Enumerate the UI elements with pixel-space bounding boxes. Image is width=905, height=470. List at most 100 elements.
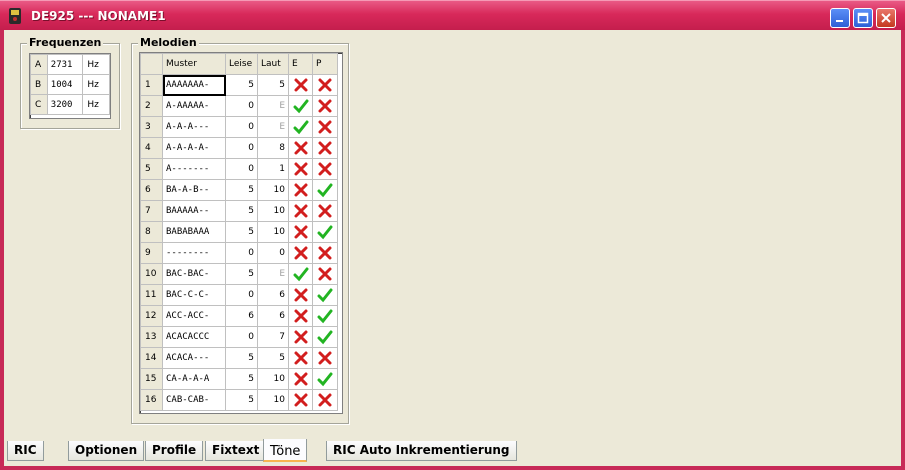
leise-cell[interactable]: 5 [225, 263, 258, 285]
laut-cell[interactable]: 1 [257, 158, 289, 180]
muster-cell[interactable]: BAC-BAC- [162, 263, 226, 285]
frequenzen-grid[interactable]: A 2731 Hz B 1004 Hz C 3200 Hz [29, 53, 111, 119]
cross-icon [294, 309, 307, 323]
frequenz-value[interactable]: 3200 [46, 94, 84, 115]
p-toggle-cell[interactable] [312, 137, 338, 159]
leise-cell[interactable]: 5 [225, 347, 258, 369]
p-toggle-cell[interactable] [312, 326, 338, 348]
muster-cell[interactable]: CA-A-A-A [162, 368, 226, 390]
laut-cell[interactable]: 10 [257, 200, 289, 222]
e-toggle-cell[interactable] [288, 221, 313, 243]
laut-cell[interactable]: E [257, 263, 289, 285]
muster-cell[interactable]: ACACA--- [162, 347, 226, 369]
leise-cell[interactable]: 5 [225, 200, 258, 222]
tab-3[interactable]: Profile [145, 441, 204, 461]
p-toggle-cell[interactable] [312, 347, 338, 369]
cross-icon [294, 246, 307, 260]
melodien-grid[interactable]: Muster Leise Laut E P 1 AAAAAAA- 5 5 2 A-AAAAA- 0 E… [139, 52, 343, 414]
frequenz-value[interactable]: 2731 [46, 54, 84, 75]
e-toggle-cell[interactable] [288, 74, 313, 96]
laut-cell[interactable]: 0 [257, 242, 289, 264]
e-toggle-cell[interactable] [288, 95, 313, 117]
laut-cell[interactable]: 6 [257, 284, 289, 306]
muster-cell[interactable]: CAB-CAB- [162, 389, 226, 411]
e-toggle-cell[interactable] [288, 137, 313, 159]
e-toggle-cell[interactable] [288, 158, 313, 180]
laut-cell[interactable]: 10 [257, 389, 289, 411]
e-toggle-cell[interactable] [288, 389, 313, 411]
laut-cell[interactable]: E [257, 116, 289, 138]
leise-cell[interactable]: 0 [225, 326, 258, 348]
tab-4[interactable]: Fixtext [205, 441, 267, 461]
cross-icon [294, 162, 307, 176]
e-toggle-cell[interactable] [288, 284, 313, 306]
p-toggle-cell[interactable] [312, 200, 338, 222]
e-toggle-cell[interactable] [288, 116, 313, 138]
leise-cell[interactable]: 5 [225, 74, 258, 96]
e-toggle-cell[interactable] [288, 263, 313, 285]
p-toggle-cell[interactable] [312, 74, 338, 96]
leise-cell[interactable]: 5 [225, 179, 258, 201]
muster-cell[interactable]: BAC-C-C- [162, 284, 226, 306]
e-toggle-cell[interactable] [288, 305, 313, 327]
laut-cell[interactable]: 10 [257, 179, 289, 201]
muster-cell[interactable]: -------- [162, 242, 226, 264]
leise-cell[interactable]: 5 [225, 221, 258, 243]
e-toggle-cell[interactable] [288, 368, 313, 390]
p-toggle-cell[interactable] [312, 284, 338, 306]
leise-cell[interactable]: 5 [225, 389, 258, 411]
p-toggle-cell[interactable] [312, 368, 338, 390]
p-toggle-cell[interactable] [312, 389, 338, 411]
cross-icon [318, 162, 332, 176]
close-button[interactable] [876, 8, 896, 28]
leise-cell[interactable]: 5 [225, 368, 258, 390]
laut-cell[interactable]: 5 [257, 74, 289, 96]
p-toggle-cell[interactable] [312, 305, 338, 327]
tab-2[interactable]: Optionen [68, 441, 145, 461]
tab-5[interactable]: Töne [263, 439, 308, 462]
muster-cell[interactable]: A-A-A-A- [162, 137, 226, 159]
e-toggle-cell[interactable] [288, 200, 313, 222]
p-toggle-cell[interactable] [312, 263, 338, 285]
e-toggle-cell[interactable] [288, 347, 313, 369]
laut-cell[interactable]: 7 [257, 326, 289, 348]
p-toggle-cell[interactable] [312, 179, 338, 201]
p-toggle-cell[interactable] [312, 95, 338, 117]
leise-cell[interactable]: 0 [225, 116, 258, 138]
leise-cell[interactable]: 0 [225, 242, 258, 264]
muster-cell[interactable]: BABABAAA [162, 221, 226, 243]
frequenz-value[interactable]: 1004 [46, 74, 84, 95]
minimize-button[interactable] [830, 8, 850, 28]
muster-cell[interactable]: AAAAAAA- [162, 74, 226, 96]
p-toggle-cell[interactable] [312, 158, 338, 180]
e-toggle-cell[interactable] [288, 242, 313, 264]
leise-cell[interactable]: 0 [225, 158, 258, 180]
muster-cell[interactable]: BA-A-B-- [162, 179, 226, 201]
muster-cell[interactable]: A-A-A--- [162, 116, 226, 138]
row-number: 6 [140, 179, 163, 201]
laut-cell[interactable]: 5 [257, 347, 289, 369]
muster-cell[interactable]: ACC-ACC- [162, 305, 226, 327]
laut-cell[interactable]: 6 [257, 305, 289, 327]
e-toggle-cell[interactable] [288, 326, 313, 348]
muster-cell[interactable]: ACACACCC [162, 326, 226, 348]
laut-cell[interactable]: 8 [257, 137, 289, 159]
maximize-button[interactable] [853, 8, 873, 28]
tab-6[interactable]: RIC Auto Inkrementierung [326, 441, 517, 461]
laut-cell[interactable]: 10 [257, 368, 289, 390]
leise-cell[interactable]: 0 [225, 95, 258, 117]
title-bar[interactable]: DE925 --- NONAME1 [0, 0, 905, 30]
laut-cell[interactable]: 10 [257, 221, 289, 243]
p-toggle-cell[interactable] [312, 242, 338, 264]
muster-cell[interactable]: BAAAAA-- [162, 200, 226, 222]
leise-cell[interactable]: 0 [225, 284, 258, 306]
p-toggle-cell[interactable] [312, 221, 338, 243]
leise-cell[interactable]: 6 [225, 305, 258, 327]
muster-cell[interactable]: A------- [162, 158, 226, 180]
e-toggle-cell[interactable] [288, 179, 313, 201]
muster-cell[interactable]: A-AAAAA- [162, 95, 226, 117]
laut-cell[interactable]: E [257, 95, 289, 117]
p-toggle-cell[interactable] [312, 116, 338, 138]
tab-1[interactable]: RIC [7, 441, 44, 461]
leise-cell[interactable]: 0 [225, 137, 258, 159]
